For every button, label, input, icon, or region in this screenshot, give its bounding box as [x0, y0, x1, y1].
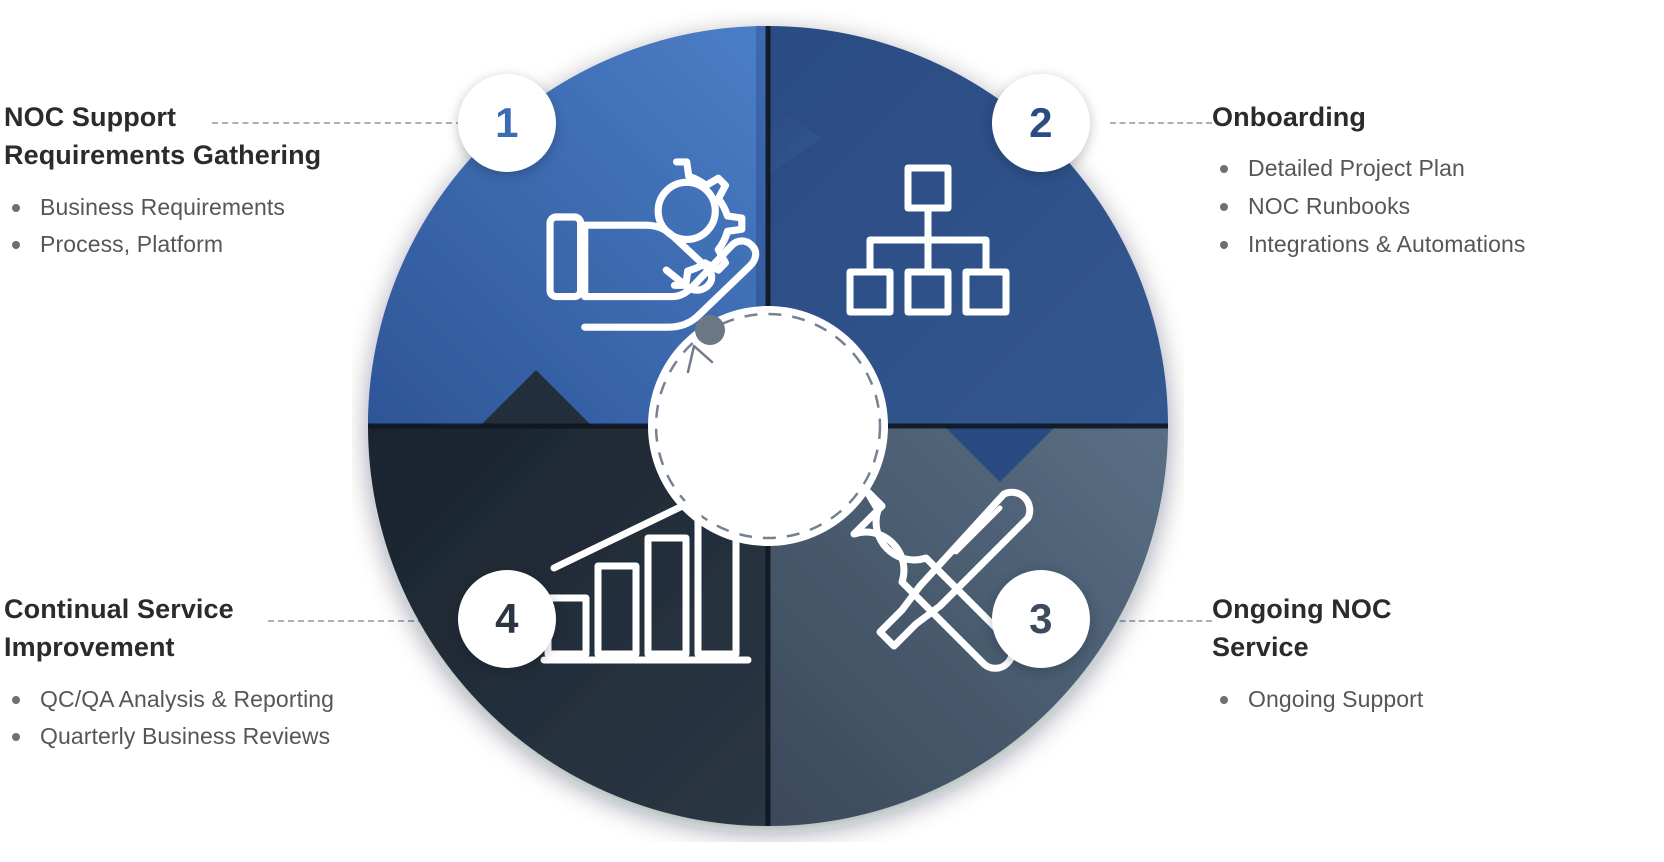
stage-1-heading: NOC Support Requirements Gathering — [4, 98, 434, 175]
stage-2-segment — [768, 26, 1168, 480]
stage-4-heading-line1: Continual Service — [4, 594, 234, 624]
list-item: Ongoing Support — [1212, 681, 1652, 719]
stage-3-segment — [714, 426, 1168, 826]
stage-3-heading: Ongoing NOC Service — [1212, 590, 1652, 667]
stage-1-heading-line2: Requirements Gathering — [4, 140, 322, 171]
stage-2-heading: Onboarding — [1212, 98, 1652, 136]
stage-2-heading-line1: Onboarding — [1212, 102, 1366, 132]
stage-4-bullet-list: QC/QA Analysis & Reporting Quarterly Bus… — [4, 681, 434, 756]
list-item: Business Requirements — [4, 189, 434, 227]
stage-1-number-badge[interactable]: 1 — [458, 74, 556, 172]
stage-3-heading-line1: Ongoing NOC — [1212, 594, 1392, 624]
list-item: Integrations & Automations — [1212, 226, 1652, 264]
stage-3-label-group: Ongoing NOC Service Ongoing Support — [1212, 590, 1652, 718]
stage-3-number: 3 — [1029, 595, 1053, 642]
progress-dot-icon — [695, 315, 725, 345]
list-item: Process, Platform — [4, 226, 434, 264]
stage-4-heading-line2: Improvement — [4, 632, 175, 663]
stage-2-label-group: Onboarding Detailed Project Plan NOC Run… — [1212, 98, 1652, 263]
stage-4-number-badge[interactable]: 4 — [458, 570, 556, 668]
stage-2-bullet-list: Detailed Project Plan NOC Runbooks Integ… — [1212, 150, 1652, 263]
list-item: QC/QA Analysis & Reporting — [4, 681, 434, 719]
stage-2-number: 2 — [1029, 99, 1053, 146]
list-item: Detailed Project Plan — [1212, 150, 1652, 188]
stage-4-number: 4 — [495, 595, 519, 642]
stage-1-heading-line1: NOC Support — [4, 102, 177, 132]
stage-1-number: 1 — [495, 99, 519, 146]
list-item: Quarterly Business Reviews — [4, 718, 434, 756]
stage-3-bullet-list: Ongoing Support — [1212, 681, 1652, 719]
list-item: NOC Runbooks — [1212, 188, 1652, 226]
stage-3-number-badge[interactable]: 3 — [992, 570, 1090, 668]
stage-1-label-group: NOC Support Requirements Gathering Busin… — [4, 98, 434, 264]
diagram-canvas: 1 2 3 4 NOC Support Requirements Gatheri… — [0, 0, 1664, 862]
stage-1-bullet-list: Business Requirements Process, Platform — [4, 189, 434, 264]
stage-2-number-badge[interactable]: 2 — [992, 74, 1090, 172]
stage-3-heading-line2: Service — [1212, 632, 1309, 663]
stage-4-label-group: Continual Service Improvement QC/QA Anal… — [4, 590, 434, 756]
stage-4-heading: Continual Service Improvement — [4, 590, 434, 667]
